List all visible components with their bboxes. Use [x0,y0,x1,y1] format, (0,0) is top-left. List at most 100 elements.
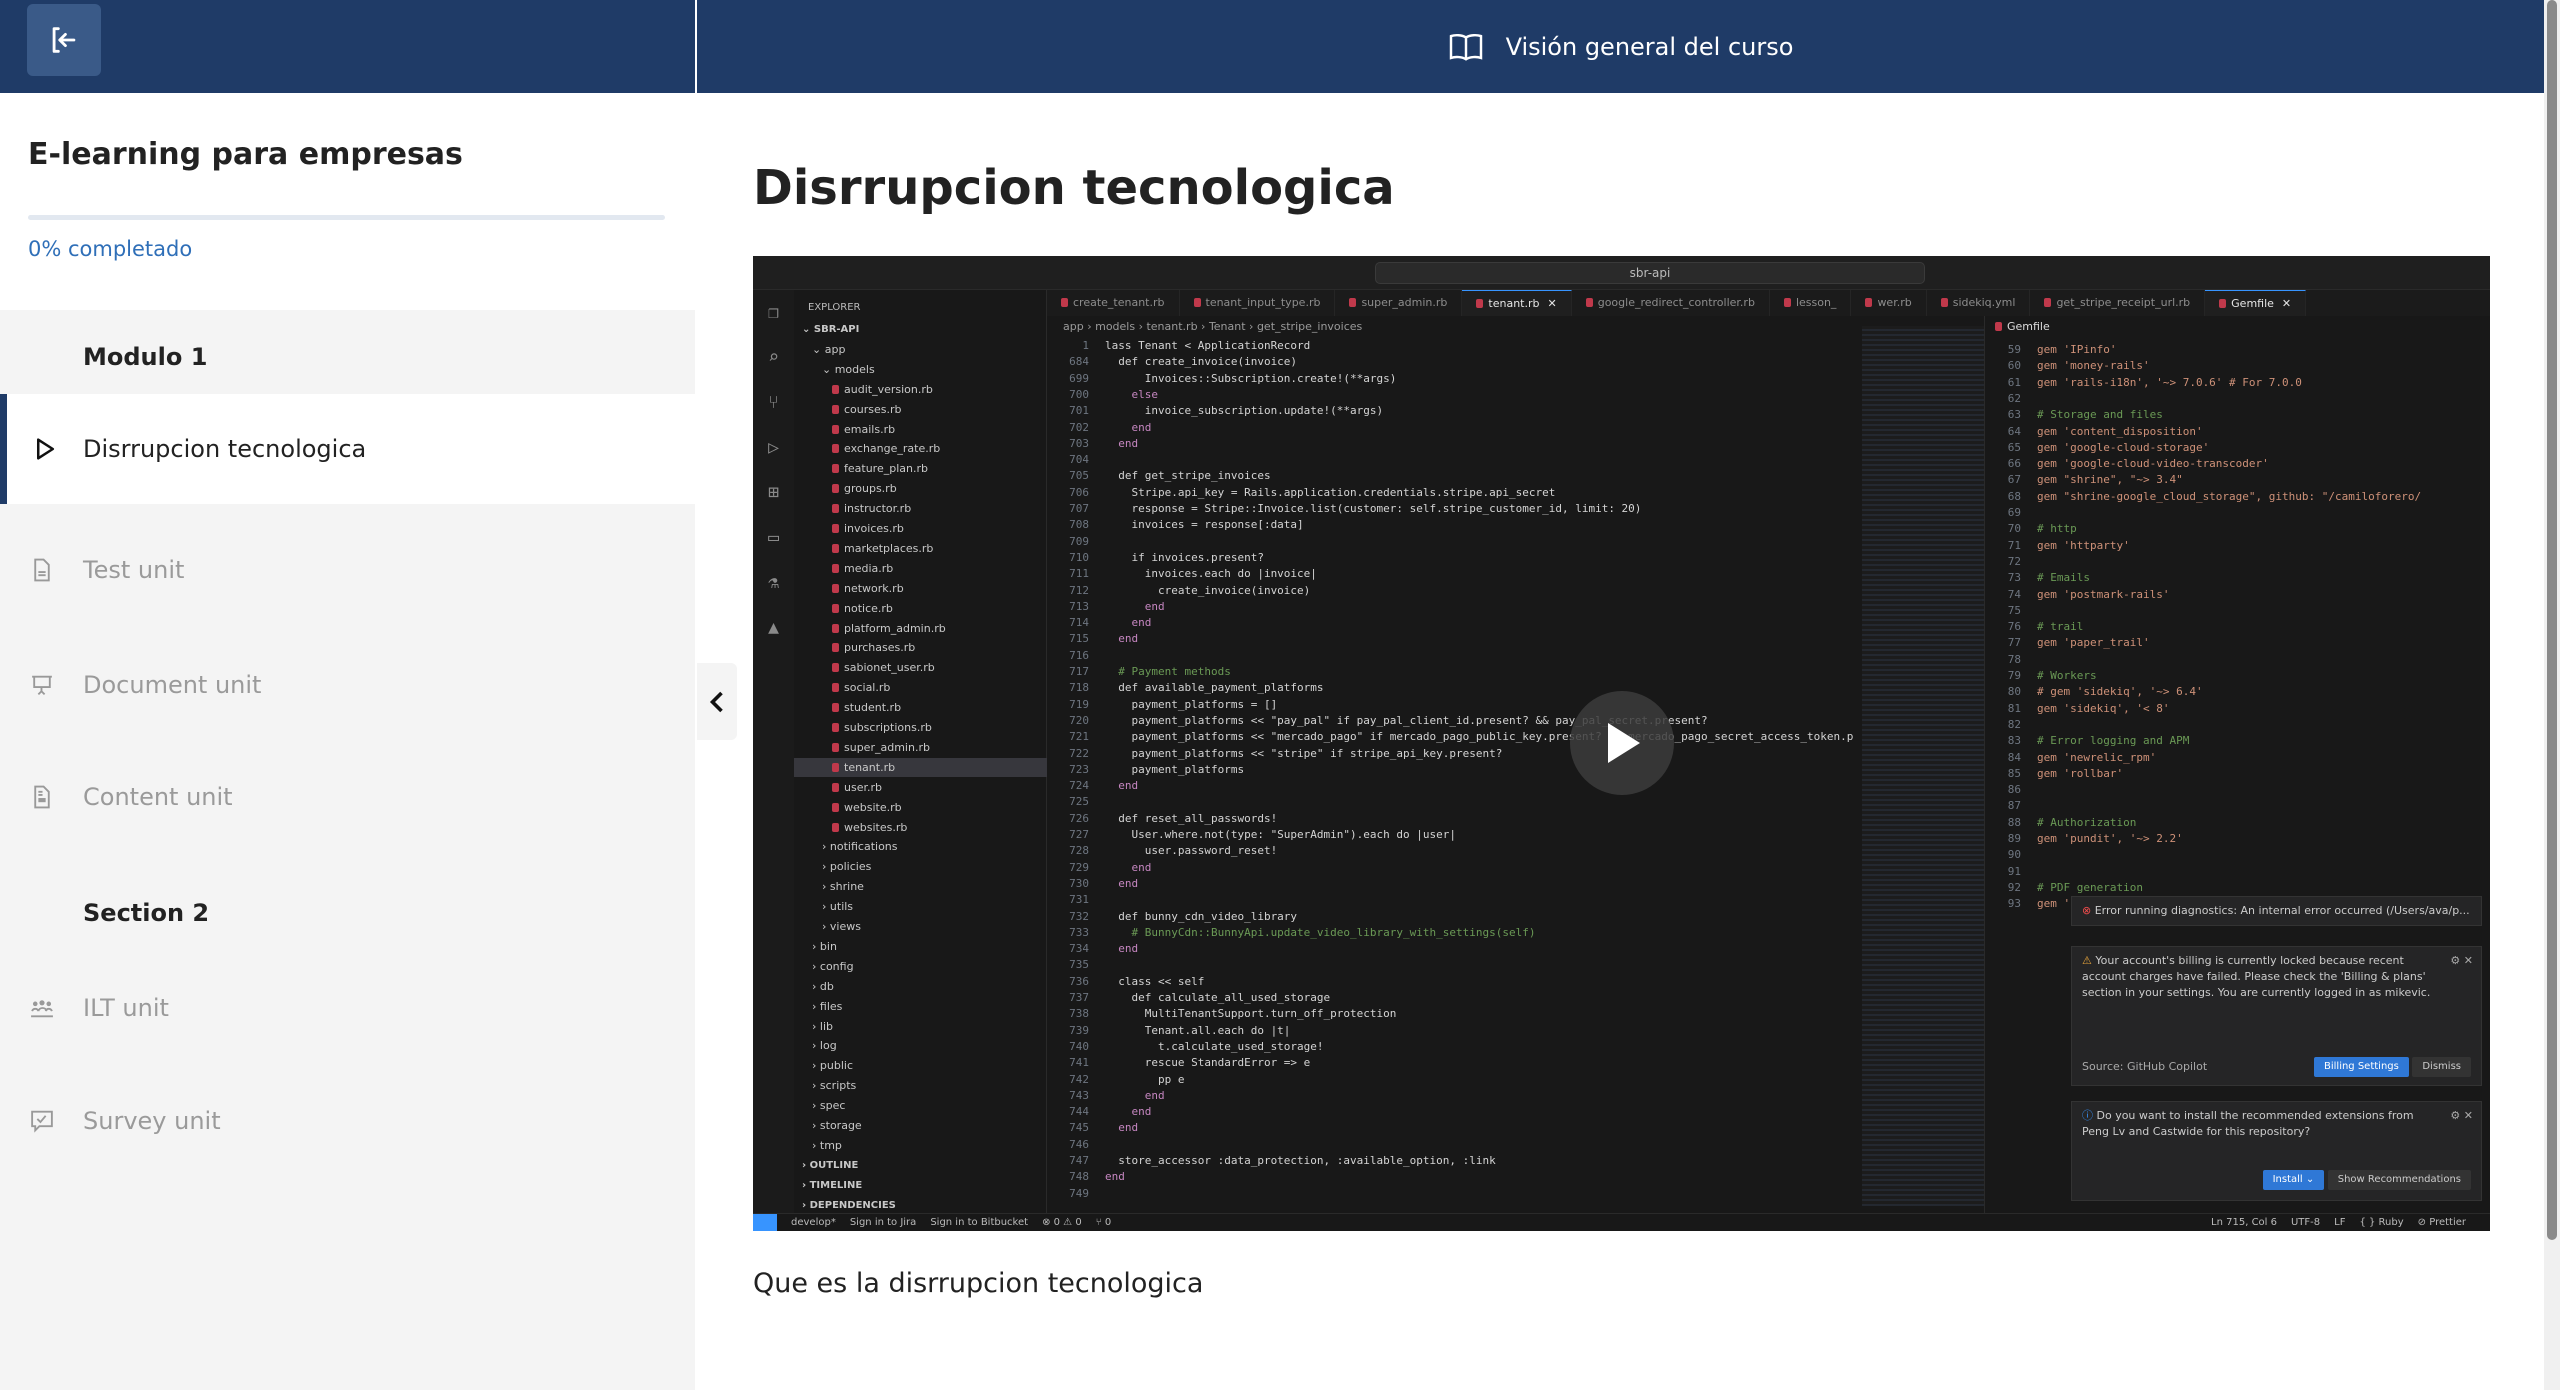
code-line: 75 [1985,603,2037,619]
sidebar-unit[interactable]: Document unit [0,630,695,740]
code-line: 723 payment_platforms [1053,762,1244,778]
explorer-item: › public [794,1056,1047,1075]
editor-tab-label: create_tenant.rb [1073,296,1165,309]
chevron-right-icon: › [812,1019,820,1033]
code-text: # PDF generation [2037,880,2143,894]
code-text: create_invoice(invoice) [1105,583,1311,597]
warning-icon: ⚠ [2082,954,2096,967]
code-text: gem 'IPinfo' [2037,343,2117,356]
sidebar-unit[interactable]: Survey unit [0,1066,695,1176]
code-line: 717 # Payment methods [1053,664,1231,680]
remote-icon: ▭ [768,527,779,548]
line-number: 730 [1069,876,1089,890]
line-number: 63 [2007,408,2021,422]
line-number: 77 [2007,636,2021,650]
code-text: payment_platforms << "mercado_pago" if m… [1105,730,1853,744]
code-line: 749 [1053,1186,1105,1202]
code-text: payment_platforms << "stripe" if stripe_… [1105,746,1503,760]
sidebar-unit[interactable]: Content unit [0,742,695,852]
page-scrollbar[interactable] [2544,0,2560,1390]
explorer-item-label: website.rb [844,800,902,814]
line-number: 75 [2007,603,2021,617]
line-number: 731 [1069,893,1089,907]
exit-course-button[interactable] [27,4,101,76]
status-bitbucket: Sign in to Bitbucket [930,1217,1029,1228]
editor-tab-label: tenant.rb [1488,297,1540,310]
code-text: store_accessor :data_protection, :availa… [1105,1154,1496,1167]
line-number: 704 [1069,453,1089,467]
explorer-item-label: SBR-API [813,324,860,335]
sidebar-unit[interactable]: Disrrupcion tecnologica [0,394,695,504]
explorer-item: instructor.rb [794,499,1047,518]
code-text: gem "shrine-google_cloud_storage", githu… [2037,489,2422,503]
chevron-down-icon: ⌄ [822,362,835,376]
collapse-sidebar-button[interactable] [697,663,737,740]
chevron-right-icon: › [822,900,830,914]
explorer-item: › bin [794,937,1047,956]
explorer-item-label: sabionet_user.rb [844,661,935,675]
explorer-item: emails.rb [794,420,1047,439]
code-line: 74 gem 'postmark-rails' [1985,587,2170,603]
file-icon [0,557,83,583]
explorer-item: › utils [794,897,1047,916]
gemfile-title: Gemfile [1995,320,2050,333]
line-number: 738 [1069,1007,1089,1021]
course-overview-link[interactable]: Visión general del curso [697,0,2544,93]
play-button[interactable] [1570,691,1674,795]
code-line: 719 payment_platforms = [] [1053,697,1277,713]
explorer-item: › config [794,957,1047,976]
dismiss-button: Dismiss [2412,1057,2471,1077]
line-number: 72 [2007,554,2021,568]
progress-bar [28,215,665,220]
chevron-right-icon: › [812,1138,820,1152]
ruby-file-icon [832,603,839,613]
code-line: 703 end [1053,436,1138,452]
line-number: 80 [2007,685,2021,699]
unit-label: Content unit [83,783,233,811]
code-text: lass Tenant < ApplicationRecord [1105,339,1311,352]
line-number: 88 [2007,815,2021,829]
editor-tab: sidekiq.yml [1927,290,2031,316]
editor-tab: google_redirect_controller.rb [1572,290,1770,316]
code-line: 1 lass Tenant < ApplicationRecord [1053,338,1310,354]
code-line: 715 end [1053,631,1138,647]
code-line: 739 Tenant.all.each do |t| [1053,1023,1290,1039]
line-number: 712 [1069,583,1089,597]
code-line: 684 def create_invoice(invoice) [1053,354,1297,370]
code-line: 80 # gem 'sidekiq', '~> 6.4' [1985,684,2203,700]
explorer-item-label: tmp [819,1138,842,1152]
explorer-item: invoices.rb [794,519,1047,538]
code-text: end [1105,779,1139,793]
line-number: 85 [2007,766,2021,780]
chevron-right-icon: › [822,920,830,933]
line-number: 729 [1069,860,1089,874]
code-line: 70 # http [1985,521,2077,537]
line-number: 87 [2007,799,2021,813]
line-number: 703 [1069,436,1089,450]
code-line: 743 end [1053,1088,1164,1104]
scrollbar-thumb[interactable] [2547,0,2557,1240]
code-text: end [1105,860,1152,874]
status-language: { } Ruby [2359,1217,2404,1228]
code-text: gem 'paper_trail' [2037,636,2150,650]
line-number: 73 [2007,571,2021,585]
sidebar-unit[interactable]: ILT unit [0,953,695,1063]
status-position: Ln 715, Col 6 [2211,1217,2277,1228]
line-number: 705 [1069,469,1089,483]
code-text: gem 'newrelic_rpm' [2037,750,2157,764]
code-line: 88 # Authorization [1985,815,2137,831]
ruby-file-icon [832,484,839,494]
code-line: 73 # Emails [1985,570,2090,586]
code-line: 90 [1985,847,2037,863]
sidebar-unit[interactable]: Test unit [0,515,695,625]
lesson-description: Que es la disrrupcion tecnologica [753,1268,1204,1299]
line-number: 93 [2007,897,2021,911]
code-line: 718 def available_payment_platforms [1053,680,1323,696]
video-frame-statusbar: develop* Sign in to Jira Sign in to Bitb… [753,1213,2490,1231]
code-text: def calculate_all_used_storage [1105,991,1331,1004]
line-number: 736 [1069,974,1089,988]
line-number: 708 [1069,518,1089,532]
video-player[interactable]: sbr-api ❐ ⌕ ⑂ ▷ ⊞ ▭ ⚗ ▲ EXPLORER ⌄ SBR-API ⌄ app… [753,256,2490,1231]
explorer-title: EXPLORER [808,302,861,313]
explorer-item-label: storage [819,1119,862,1132]
